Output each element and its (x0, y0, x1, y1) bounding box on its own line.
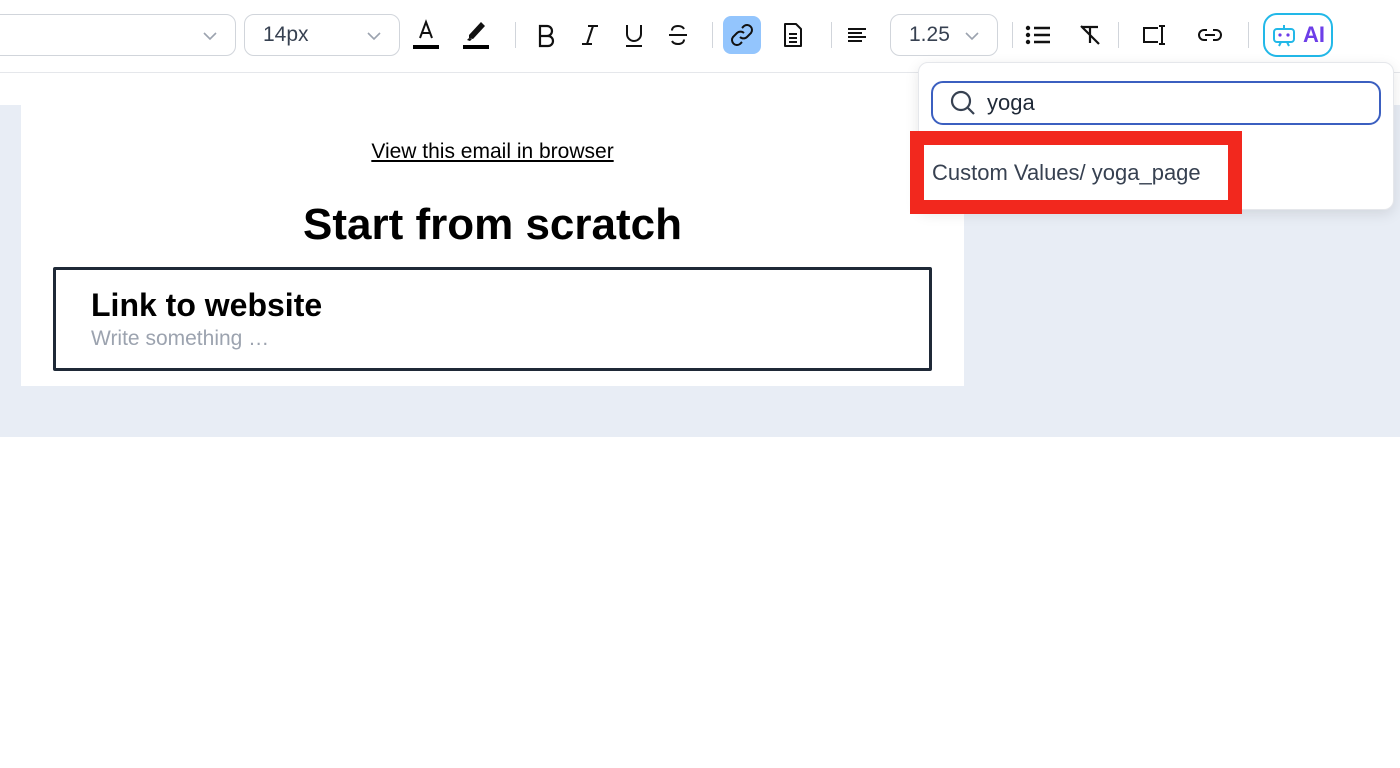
ai-label: AI (1303, 22, 1325, 47)
ai-assistant-button[interactable]: AI (1263, 13, 1333, 57)
bold-button[interactable] (526, 15, 566, 55)
strikethrough-button[interactable] (658, 15, 698, 55)
toolbar-divider (712, 22, 713, 48)
view-in-browser-text: View this email in browser (371, 140, 614, 163)
underline-button[interactable] (614, 15, 654, 55)
italic-button[interactable] (570, 15, 610, 55)
text-field-icon (1143, 25, 1165, 45)
toolbar-divider (1248, 22, 1249, 48)
block-title[interactable]: Link to website (91, 287, 322, 324)
chevron-down-icon (367, 32, 381, 41)
highlight-box (910, 131, 1242, 214)
font-size-value: 14px (263, 23, 309, 46)
document-button[interactable] (773, 15, 813, 55)
line-height-value: 1.25 (909, 23, 950, 46)
view-in-browser-link[interactable]: View this email in browser (0, 140, 985, 164)
chevron-down-icon (203, 32, 217, 41)
line-height-select[interactable]: 1.25 (890, 14, 998, 56)
clear-format-icon (1080, 25, 1100, 45)
bullet-list-button[interactable] (1018, 15, 1058, 55)
highlight-icon (463, 22, 489, 49)
chevron-down-icon (965, 32, 979, 41)
toolbar-divider (1118, 22, 1119, 48)
ai-robot-icon (1273, 25, 1295, 47)
align-left-icon (848, 28, 866, 42)
email-heading[interactable]: Start from scratch (0, 200, 985, 250)
strikethrough-icon (669, 24, 687, 46)
clear-format-button[interactable] (1070, 15, 1110, 55)
toolbar-divider (831, 22, 832, 48)
link-button[interactable] (723, 16, 761, 54)
search-icon (950, 90, 975, 115)
toolbar-divider (515, 22, 516, 48)
text-color-button[interactable] (406, 15, 446, 55)
align-left-button[interactable] (837, 15, 877, 55)
insert-field-button[interactable] (1134, 15, 1174, 55)
font-size-select[interactable]: 14px (244, 14, 400, 56)
text-block-selected[interactable]: Link to website Write something … (53, 267, 932, 371)
document-icon (784, 23, 802, 47)
chain-link-icon (1198, 29, 1222, 41)
text-color-icon (413, 19, 439, 49)
search-input[interactable] (985, 89, 1369, 117)
highlight-button[interactable] (456, 15, 496, 55)
italic-icon (582, 25, 598, 45)
underline-icon (626, 25, 642, 47)
font-family-select[interactable] (0, 14, 236, 56)
block-placeholder[interactable]: Write something … (91, 327, 269, 351)
chain-link-button[interactable] (1190, 15, 1230, 55)
dropdown-search-box[interactable] (931, 81, 1381, 125)
bold-icon (538, 24, 555, 48)
bullet-list-icon (1025, 25, 1050, 45)
toolbar-divider (1012, 22, 1013, 48)
link-icon (731, 24, 753, 46)
